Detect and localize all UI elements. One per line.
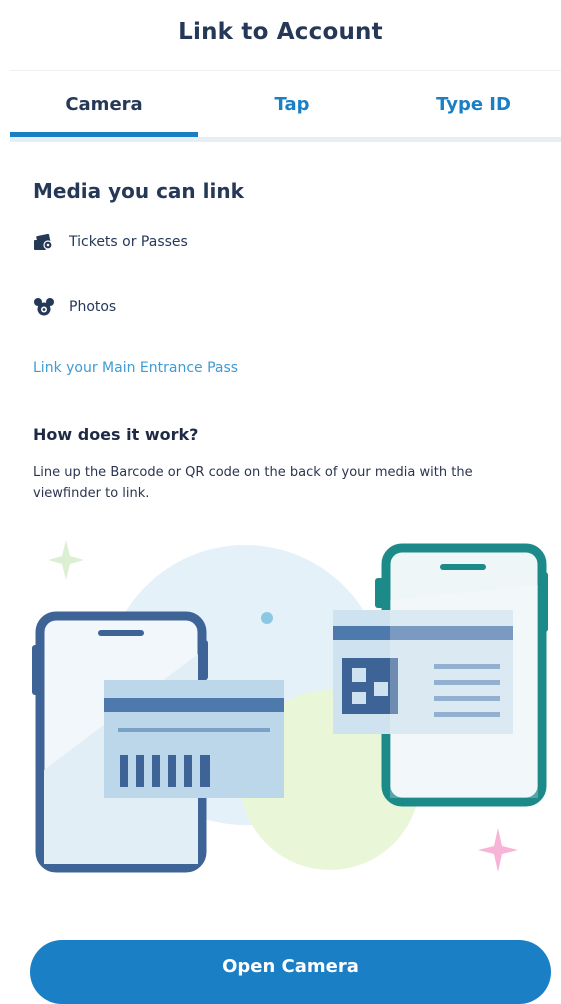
how-it-works-text: Line up the Barcode or QR code on the ba… (33, 465, 473, 501)
mickey-icon (33, 296, 55, 318)
active-tab-indicator (10, 132, 198, 137)
tab-type-id[interactable]: Type ID (386, 71, 561, 137)
media-item-label: Photos (69, 299, 117, 315)
scan-illustration (0, 530, 561, 890)
media-item-tickets: Tickets or Passes (33, 231, 188, 253)
page-title: Link to Account (178, 19, 383, 45)
sparkle-icon (48, 540, 84, 580)
dot (261, 612, 273, 624)
tab-camera[interactable]: Camera (10, 71, 198, 137)
ticket-icon (33, 231, 55, 253)
header: Link to Account (0, 0, 561, 64)
tab-tap[interactable]: Tap (198, 71, 386, 137)
tab-bar: Camera Tap Type ID (10, 70, 561, 142)
how-it-works-title: How does it work? (33, 425, 199, 444)
media-item-label: Tickets or Passes (69, 234, 188, 250)
media-section-title: Media you can link (33, 179, 244, 203)
open-camera-button[interactable]: Open Camera (30, 940, 551, 1004)
media-item-photos: Photos (33, 296, 116, 318)
sparkle-icon (478, 828, 518, 872)
main-entrance-pass-link[interactable]: Link your Main Entrance Pass (33, 360, 238, 376)
